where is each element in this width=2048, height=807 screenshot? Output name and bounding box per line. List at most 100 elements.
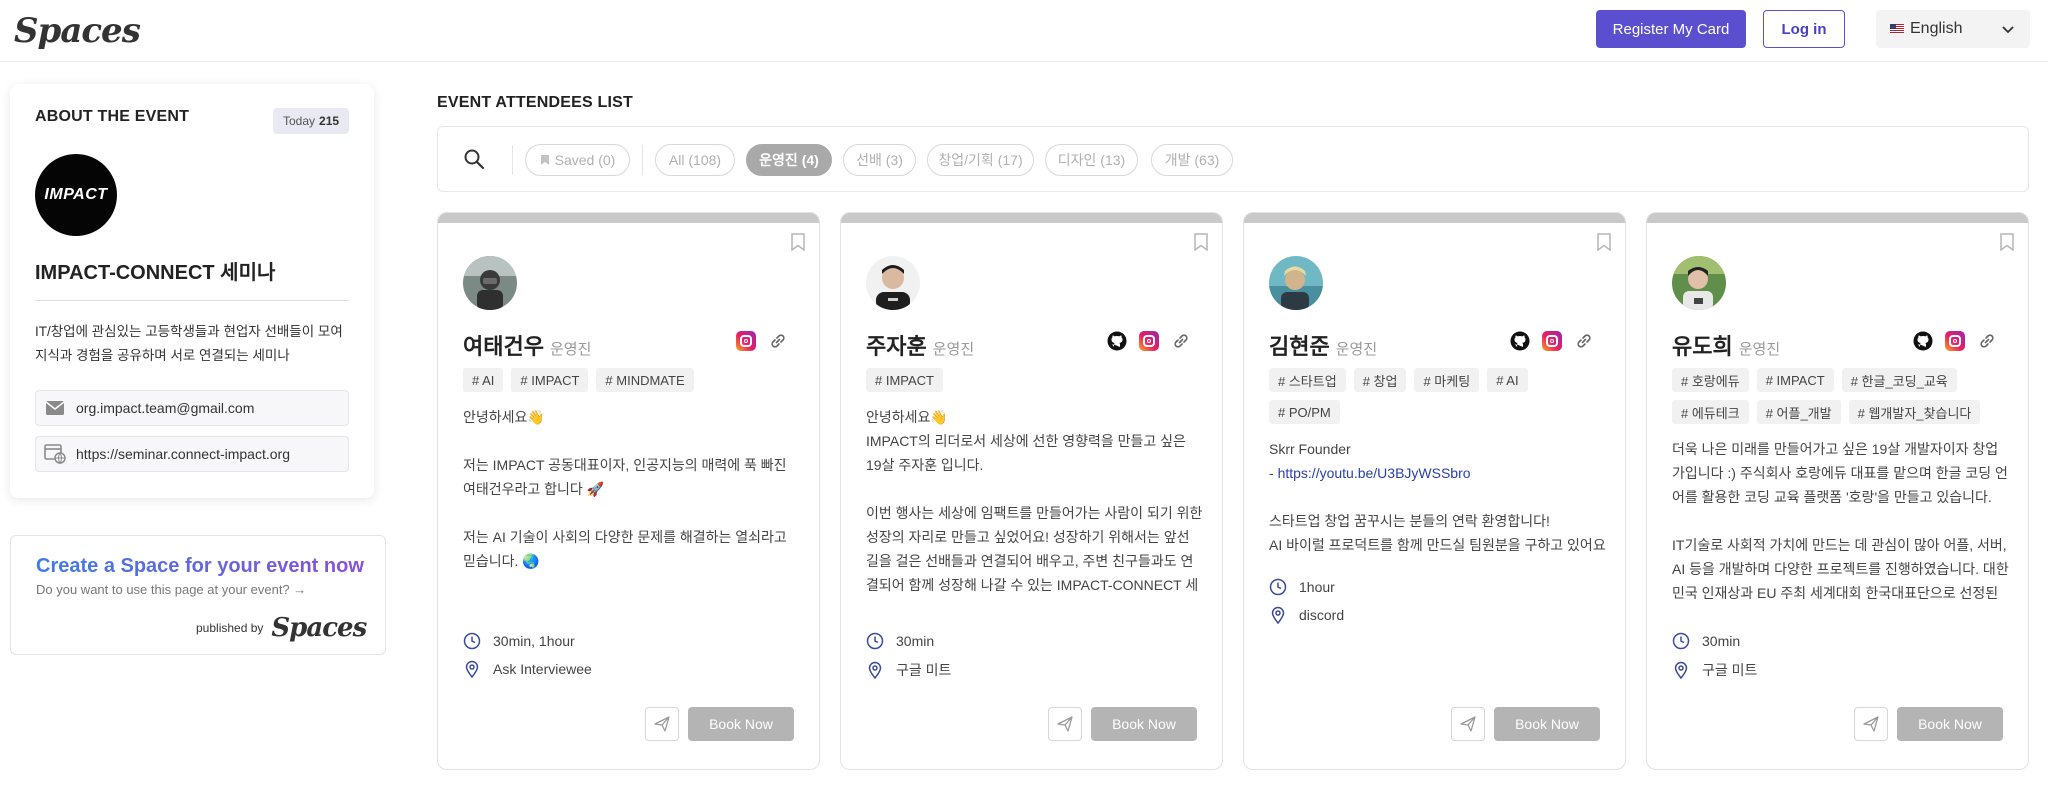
about-event-card: ABOUT THE EVENT Today 215 IMPACT IMPACT-… (10, 84, 374, 498)
language-select[interactable]: English (1876, 10, 2030, 48)
promo-subtitle[interactable]: Do you want to use this page at your eve… (36, 582, 306, 597)
clock-icon (1269, 578, 1287, 596)
tag: # 호랑에듀 (1672, 368, 1749, 392)
filter-chip-staff[interactable]: 운영진 (4) (746, 144, 832, 176)
bookmark-icon[interactable] (791, 233, 805, 251)
attendees-list-title: EVENT ATTENDEES LIST (437, 94, 634, 111)
attendee-name: 김현준 (1269, 334, 1330, 359)
promo-title[interactable]: Create a Space for your event now (36, 555, 364, 578)
attendee-card[interactable]: 여태건우 운영진 # AI # IMPACT # MINDMATE 안녕하세요👋… (437, 212, 820, 770)
filter-chip-all[interactable]: All (108) (655, 144, 735, 176)
spaces-small-logo[interactable]: Spaces (271, 613, 367, 643)
book-now-button[interactable]: Book Now (1897, 707, 2003, 741)
instagram-icon[interactable] (1541, 330, 1563, 352)
tag: # IMPACT (1756, 368, 1834, 392)
tag: # 마케팅 (1414, 368, 1480, 392)
meeting-location: 구글 미트 (1672, 660, 1757, 680)
name-row: 유도희 운영진 (1672, 329, 1780, 361)
filter-chip-startup[interactable]: 창업/기획 (17) (927, 144, 1034, 176)
tag: # AI (1487, 368, 1528, 392)
github-icon[interactable] (1509, 330, 1531, 352)
send-message-button[interactable] (645, 707, 679, 741)
link-icon[interactable] (1573, 330, 1595, 352)
bookmark-icon[interactable] (2000, 233, 2014, 251)
logo-text: Spaces (14, 11, 141, 51)
event-name: IMPACT-CONNECT 세미나 (35, 262, 276, 284)
social-links (735, 330, 789, 352)
attendee-card[interactable]: 김현준 운영진 # 스타트업 # 창업 # 마케팅 # AI # PO/PM S… (1243, 212, 1626, 770)
instagram-icon[interactable] (1944, 330, 1966, 352)
event-description: IT/창업에 관심있는 고등학생들과 현업자 선배들이 모여 지식과 경험을 공… (35, 324, 343, 363)
link-icon[interactable] (1170, 330, 1192, 352)
tag: # 스타트업 (1269, 368, 1346, 392)
meeting-location: 구글 미트 (866, 660, 951, 680)
website-row[interactable]: https://seminar.connect-impact.org (35, 436, 349, 472)
clock-icon (1672, 632, 1690, 650)
attendee-role: 운영진 (932, 341, 975, 358)
bookmark-icon[interactable] (1194, 233, 1208, 251)
create-space-promo[interactable]: Create a Space for your event now Do you… (10, 535, 386, 655)
filter-chip-label: 운영진 (4) (759, 152, 819, 168)
spaces-logo[interactable]: Spaces (14, 11, 141, 51)
filter-chip-senior[interactable]: 선배 (3) (843, 144, 916, 176)
tag: # IMPACT (866, 368, 943, 392)
filter-chip-label: 개발 (63) (1164, 152, 1220, 168)
divider (642, 145, 643, 175)
location-text: 구글 미트 (1702, 662, 1758, 678)
location-pin-icon (1269, 606, 1287, 624)
availability-time: 30min (1672, 632, 1740, 650)
tag: # 에듀테크 (1672, 400, 1749, 424)
login-button[interactable]: Log in (1763, 10, 1845, 48)
filter-chip-design[interactable]: 디자인 (13) (1045, 144, 1138, 176)
avatar (463, 256, 517, 310)
clock-icon (866, 632, 884, 650)
book-now-button[interactable]: Book Now (1494, 707, 1600, 741)
tag: # 창업 (1353, 368, 1407, 392)
send-message-button[interactable] (1854, 707, 1888, 741)
youtube-link[interactable]: https://youtu.be/U3BJyWSSbro (1278, 465, 1471, 481)
email-row[interactable]: org.impact.team@gmail.com (35, 390, 349, 426)
email-text: org.impact.team@gmail.com (76, 400, 255, 416)
event-logo: IMPACT (35, 154, 117, 236)
attendee-card[interactable]: 주자훈 운영진 # IMPACT 안녕하세요👋 IMPACT의 리더로서 세상에… (840, 212, 1223, 770)
social-links (1509, 330, 1595, 352)
send-message-button[interactable] (1451, 707, 1485, 741)
today-visitors-badge: Today 215 (273, 108, 350, 134)
availability-time: 30min, 1hour (463, 632, 575, 650)
link-icon[interactable] (1976, 330, 1998, 352)
book-now-button[interactable]: Book Now (688, 707, 794, 741)
search-icon[interactable] (462, 147, 486, 171)
chevron-down-icon (2002, 26, 2014, 34)
register-card-button[interactable]: Register My Card (1596, 10, 1746, 48)
instagram-icon[interactable] (1138, 330, 1160, 352)
attendee-role: 운영진 (1335, 341, 1378, 358)
name-row: 여태건우 운영진 (463, 329, 591, 361)
bio-link-prefix: - (1269, 465, 1278, 481)
send-icon (1863, 716, 1879, 732)
send-message-button[interactable] (1048, 707, 1082, 741)
filter-chip-label: 디자인 (13) (1057, 152, 1126, 168)
time-text: 30min (896, 633, 935, 649)
bookmark-icon[interactable] (1597, 233, 1611, 251)
location-pin-icon (866, 661, 884, 679)
attendee-name: 유도희 (1672, 334, 1733, 359)
social-links (1106, 330, 1192, 352)
web-icon (44, 444, 66, 464)
today-label: Today (283, 114, 316, 128)
attendee-card[interactable]: 유도희 운영진 # 호랑에듀 # IMPACT # 한글_코딩_교육 # 에듀테… (1646, 212, 2029, 770)
tag-list: # AI # IMPACT # MINDMATE (463, 368, 798, 392)
time-text: 30min (1702, 633, 1741, 649)
tag-list: # 호랑에듀 # IMPACT # 한글_코딩_교육 # 에듀테크 # 어플_개… (1672, 368, 2007, 424)
bio-text: 스타트업 창업 꿈꾸시는 분들의 연락 환영합니다! AI 바이럴 프로덕트를 … (1269, 513, 1606, 553)
book-now-button[interactable]: Book Now (1091, 707, 1197, 741)
link-icon[interactable] (767, 330, 789, 352)
github-icon[interactable] (1106, 330, 1128, 352)
attendee-bio: 더욱 나은 미래를 만들어가고 싶은 19살 개발자이자 창업가입니다 :) 주… (1672, 441, 2009, 599)
filter-chip-label: 창업/기획 (17) (938, 152, 1023, 168)
location-pin-icon (1672, 661, 1690, 679)
github-icon[interactable] (1912, 330, 1934, 352)
time-text: 30min, 1hour (493, 633, 575, 649)
instagram-icon[interactable] (735, 330, 757, 352)
filter-chip-saved[interactable]: Saved (0) (525, 144, 630, 176)
filter-chip-dev[interactable]: 개발 (63) (1151, 144, 1233, 176)
